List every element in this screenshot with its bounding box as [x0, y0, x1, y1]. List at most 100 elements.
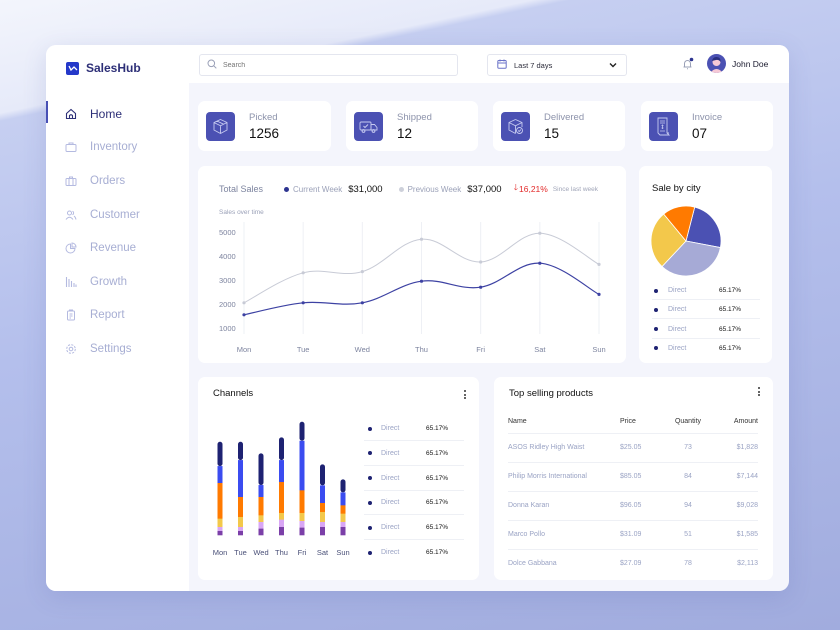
user-menu[interactable]: John Doe — [707, 54, 768, 73]
bar-segment — [238, 496, 243, 517]
sales-line-chart: Mon Tue Wed Thu Fri Sat Sun 1000 2000 3000 4000 500… — [219, 222, 606, 354]
divider — [364, 440, 464, 441]
table-row[interactable]: ASOS Ridley High Waist $25.05 73 $1,828 — [508, 432, 758, 462]
bar-segment — [279, 460, 284, 483]
table-row[interactable]: Dolce Gabbana $27.09 78 $2,113 — [508, 548, 758, 578]
search-icon — [207, 56, 217, 74]
stat-card-delivered[interactable]: Delivered 15 — [493, 101, 625, 151]
more-options-icon[interactable] — [464, 390, 467, 401]
sidebar-item-label: Growth — [90, 275, 128, 288]
products-table: Name Price Quantity Amount ASOS Ridley H… — [508, 411, 758, 578]
stat-card-invoice[interactable]: Invoice 07 — [641, 101, 773, 151]
table-row[interactable]: Donna Karan $96.05 94 $9,028 — [508, 490, 758, 520]
stat-value: 1256 — [249, 125, 280, 141]
bar-segment — [258, 496, 264, 516]
table-row[interactable]: Marco Pollo $31.09 51 $1,585 — [508, 519, 758, 549]
x-tick-label: Mon — [237, 345, 252, 354]
channel-legend-item: Direct 65.17% — [368, 475, 463, 482]
bar-segment — [238, 526, 243, 531]
channels-title: Channels — [213, 388, 254, 399]
x-tick-label: Fri — [298, 548, 307, 557]
stat-label: Shipped — [397, 111, 432, 123]
bar-segment — [299, 527, 305, 536]
bar-segment — [320, 502, 325, 512]
data-point — [242, 301, 246, 305]
stat-card-shipped[interactable]: Shipped 12 — [346, 101, 478, 151]
legend-dot — [654, 307, 658, 312]
bar-segment — [258, 485, 264, 498]
sidebar-item-customer[interactable]: Customer — [46, 198, 189, 232]
sidebar-item-label: Revenue — [90, 242, 137, 255]
x-tick-label: Thu — [275, 548, 288, 557]
channels-card: Channels Mon Tue Wed Thu Fri Sat Sun Direct 65.… — [198, 377, 479, 580]
column-header-amount[interactable]: Amount — [716, 411, 758, 433]
users-icon — [64, 208, 77, 221]
home-icon — [64, 107, 77, 120]
sidebar-item-revenue[interactable]: Revenue — [46, 231, 189, 265]
sidebar-item-report[interactable]: Report — [46, 299, 189, 333]
bar-segment — [340, 526, 346, 536]
notification-bell-icon[interactable] — [681, 57, 695, 71]
legend-label: Direct — [668, 325, 687, 333]
sidebar-item-inventory[interactable]: Inventory — [46, 131, 189, 165]
bar-segment — [217, 530, 223, 536]
sidebar-item-home[interactable]: Home — [46, 97, 189, 131]
search-box[interactable] — [199, 54, 458, 76]
sidebar-item-label: Home — [90, 106, 123, 121]
bar-segment — [299, 512, 305, 521]
stat-value: 15 — [544, 125, 560, 141]
product-name: Dolce Gabbana — [508, 548, 620, 578]
bar-segment — [217, 482, 223, 519]
app-name: SalesHub — [86, 61, 141, 75]
legend-label: Direct — [668, 306, 687, 314]
column-header-quantity[interactable]: Quantity — [660, 411, 716, 433]
x-tick-label: Fri — [476, 345, 485, 354]
sidebar-item-growth[interactable]: Growth — [46, 265, 189, 299]
channel-legend-item: Direct 65.17% — [368, 499, 463, 506]
data-point — [242, 313, 246, 317]
bar-segment — [217, 526, 223, 531]
legend-value: 65.17% — [719, 325, 742, 333]
legend-label: Direct — [381, 549, 400, 556]
legend-label: Direct — [381, 449, 400, 457]
bar-segment — [340, 479, 346, 493]
legend-value: 65.17% — [426, 425, 449, 432]
x-tick-label: Sat — [534, 345, 546, 354]
sidebar: SalesHub Home Inventory Orders Customer … — [46, 45, 189, 591]
bar-segment — [299, 440, 305, 491]
sidebar-item-settings[interactable]: Settings — [46, 332, 189, 366]
product-name: ASOS Ridley High Waist — [508, 432, 620, 462]
date-range-select[interactable]: Last 7 days — [487, 54, 627, 76]
bar-segment — [258, 453, 264, 486]
data-point — [479, 260, 483, 264]
legend-value: 65.17% — [426, 474, 449, 482]
table-header-row: Name Price Quantity Amount — [508, 411, 758, 433]
divider — [652, 318, 760, 320]
column-header-price[interactable]: Price — [620, 411, 660, 433]
legend-label: Direct — [668, 287, 687, 294]
logo[interactable]: SalesHub — [66, 61, 141, 75]
bar-segment — [320, 526, 325, 536]
data-point — [479, 285, 483, 289]
bar-segment — [217, 466, 223, 484]
channels-stacked-bar-chart: Mon Tue Wed Thu Fri Sat Sun — [213, 421, 350, 557]
bar-segment — [217, 441, 223, 467]
sidebar-item-orders[interactable]: Orders — [46, 164, 189, 198]
channel-legend-item: Direct 65.17% — [368, 425, 463, 432]
sale-by-city-card: Sale by city Direct 65.17% Direct 65.17% Dir… — [639, 166, 772, 363]
legend-label: Direct — [381, 499, 400, 507]
search-input[interactable] — [223, 61, 423, 69]
data-point — [538, 261, 542, 265]
receipt-icon — [649, 111, 678, 141]
bar-segment — [258, 515, 264, 522]
divider — [652, 337, 760, 339]
table-row[interactable]: Philip Morris International $85.05 84 $7,14… — [508, 461, 758, 491]
bar-segment — [238, 530, 243, 536]
more-options-icon[interactable] — [758, 387, 761, 398]
product-amount: $1,585 — [716, 519, 758, 549]
stat-card-picked[interactable]: Picked 1256 — [198, 101, 331, 151]
divider — [652, 299, 760, 300]
bar-segment — [340, 505, 346, 514]
column-header-name[interactable]: Name — [508, 411, 620, 433]
x-tick-label: Tue — [297, 345, 310, 354]
